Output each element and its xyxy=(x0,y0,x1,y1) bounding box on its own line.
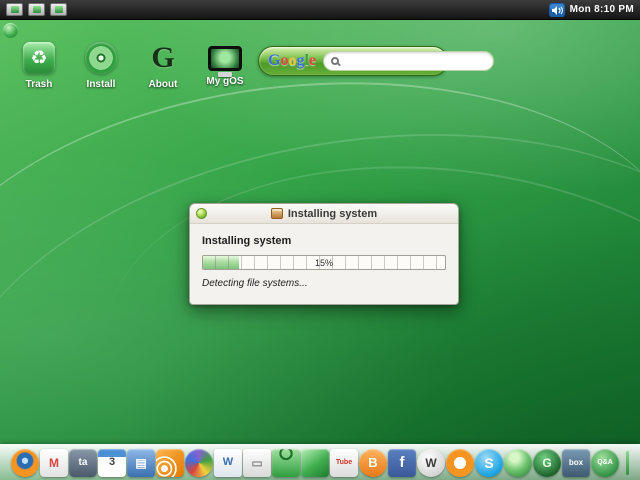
dock-icon-qna[interactable]: Q&A xyxy=(591,448,619,477)
desktop-icon-mygos[interactable]: My gOS xyxy=(198,42,252,90)
dock-icon-gmail[interactable]: M xyxy=(40,448,68,477)
dock-icon-photos[interactable]: ▭ xyxy=(243,448,271,477)
dock-icon-shopping-bag[interactable] xyxy=(272,448,300,477)
panel-status-area: Mon 8:10 PM xyxy=(548,2,634,17)
install-disc-icon xyxy=(85,42,117,74)
installer-heading: Installing system xyxy=(202,235,292,247)
desktop-icon-label: Install xyxy=(86,79,116,90)
dock-icon-green-box[interactable] xyxy=(301,448,329,477)
installer-window: Installing system Installing system 15% … xyxy=(189,203,459,305)
google-search-widget: Google xyxy=(258,46,495,76)
window-thumbnail-icon xyxy=(54,6,63,13)
installer-titlebar[interactable]: Installing system xyxy=(190,204,458,224)
dock-icon-blogger[interactable]: B xyxy=(359,448,387,477)
dock: M ta 3 ▤ W ▭ Tube B f W S G box Q&A xyxy=(0,444,640,480)
window-title: Installing system xyxy=(287,207,378,220)
dock-icon-gos[interactable]: G xyxy=(533,448,561,477)
window-thumbnail-icon xyxy=(32,6,41,13)
desktop: Mon 8:10 PM ♻ Trash Install G About My g… xyxy=(0,0,640,480)
dock-icon-google-reader[interactable] xyxy=(156,448,184,477)
dock-icon-skype[interactable]: S xyxy=(475,448,503,477)
search-input[interactable] xyxy=(344,55,487,67)
dock-icon-meebo[interactable]: ta xyxy=(69,448,97,477)
desktop-icon-row: ♻ Trash Install G About My gOS xyxy=(12,41,252,90)
dock-icon-facebook[interactable]: f xyxy=(388,448,416,477)
installer-body: Installing system 15% Detecting file sys… xyxy=(190,224,458,304)
trash-recycle-icon: ♻ xyxy=(23,42,55,74)
gos-g-logo-icon: G xyxy=(151,41,175,74)
desktop-icon-install[interactable]: Install xyxy=(74,42,128,90)
search-icon xyxy=(331,57,340,65)
google-logo-letter: e xyxy=(308,52,317,69)
panel-window-button-3[interactable] xyxy=(50,3,67,16)
dock-icon-google-docs[interactable]: ▤ xyxy=(127,448,155,477)
desktop-icon-label: My gOS xyxy=(206,76,244,87)
dock-icon-orange-orb[interactable] xyxy=(446,448,474,477)
progress-percent-label: 15% xyxy=(314,257,333,268)
desktop-icon-label: Trash xyxy=(25,79,53,90)
installer-status-text: Detecting file systems... xyxy=(202,278,308,289)
dock-icon-firefox[interactable] xyxy=(11,448,39,477)
google-logo: Google xyxy=(268,53,316,69)
dock-icon-wikipedia[interactable]: W xyxy=(417,448,445,477)
dock-icon-youtube[interactable]: Tube xyxy=(330,448,358,477)
dock-icon-picasa[interactable] xyxy=(185,448,213,477)
desktop-icon-label: About xyxy=(148,79,178,90)
top-panel: Mon 8:10 PM xyxy=(0,0,640,20)
volume-icon[interactable] xyxy=(548,2,565,17)
panel-window-button-1[interactable] xyxy=(6,3,23,16)
google-logo-letter: G xyxy=(268,52,281,69)
window-thumbnail-icon xyxy=(10,6,19,13)
dock-handle[interactable] xyxy=(626,450,629,475)
clock[interactable]: Mon 8:10 PM xyxy=(570,4,634,15)
installer-package-icon xyxy=(270,208,283,219)
desktop-icon-about[interactable]: G About xyxy=(136,41,190,90)
monitor-icon xyxy=(208,46,242,71)
search-field[interactable] xyxy=(323,51,495,71)
gos-logo-watermark xyxy=(3,23,18,38)
panel-window-buttons xyxy=(6,3,67,16)
dock-icon-calendar[interactable]: 3 xyxy=(98,448,126,477)
dock-icon-writer[interactable]: W xyxy=(214,448,242,477)
dock-icon-box[interactable]: box xyxy=(562,448,590,477)
progress-bar: 15% xyxy=(202,255,446,270)
window-menu-orb-button[interactable] xyxy=(196,208,207,219)
dock-icon-green-orb[interactable] xyxy=(504,448,532,477)
panel-window-button-2[interactable] xyxy=(28,3,45,16)
desktop-icon-trash[interactable]: ♻ Trash xyxy=(12,42,66,90)
